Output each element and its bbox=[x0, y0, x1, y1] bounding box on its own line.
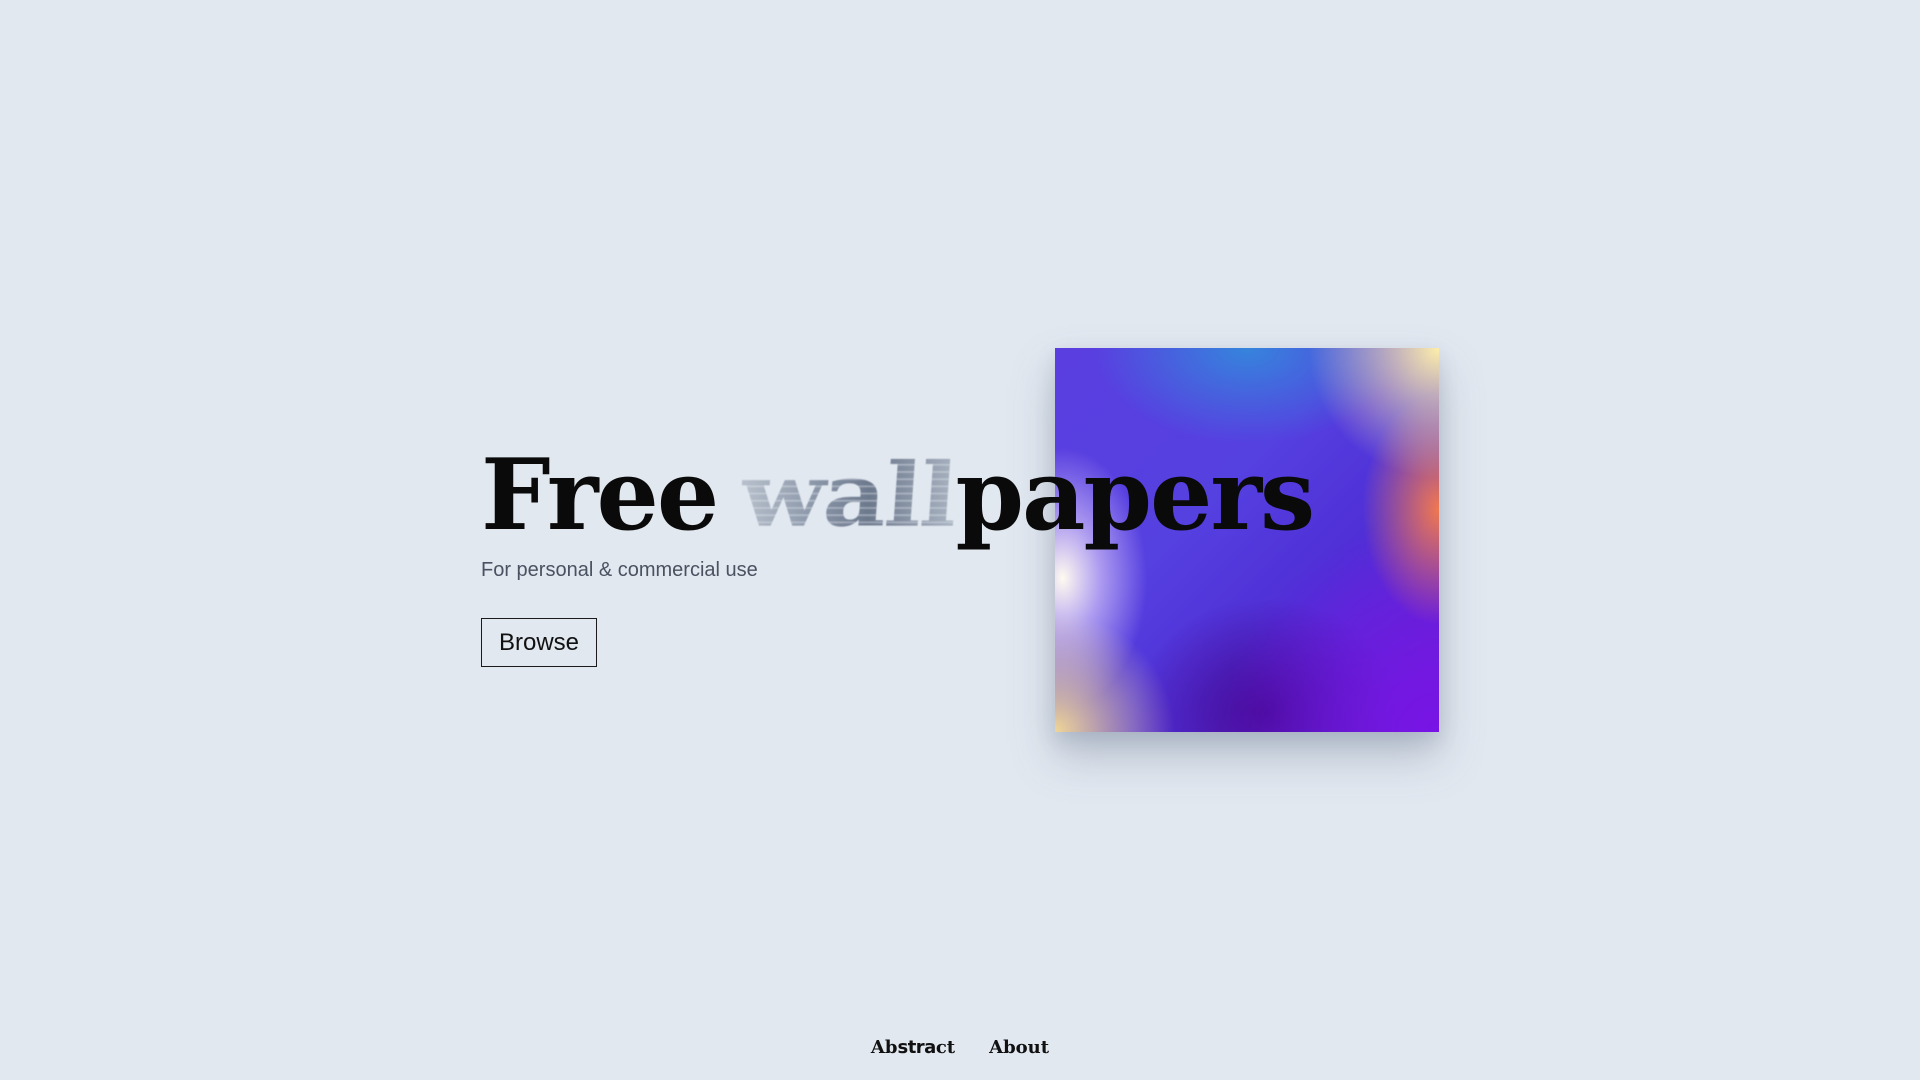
abstract-text-part: stra bbox=[897, 1037, 936, 1058]
title-word-papers: papers bbox=[955, 438, 1316, 553]
footer-link-abstract[interactable]: Abstract bbox=[871, 1037, 955, 1058]
browse-button[interactable]: Browse bbox=[481, 618, 597, 667]
footer-nav: Abstract About bbox=[0, 1037, 1920, 1058]
title-word-wall-glitch: wall bbox=[737, 443, 960, 548]
abstract-text-part: ct bbox=[935, 1037, 956, 1058]
hero-title: Free wallpapers bbox=[481, 438, 1316, 553]
title-word-free: Free bbox=[481, 438, 719, 553]
abstract-text-part: Ab bbox=[870, 1037, 898, 1058]
hero-subtitle: For personal & commercial use bbox=[481, 559, 758, 581]
footer-link-about[interactable]: About bbox=[989, 1037, 1049, 1058]
